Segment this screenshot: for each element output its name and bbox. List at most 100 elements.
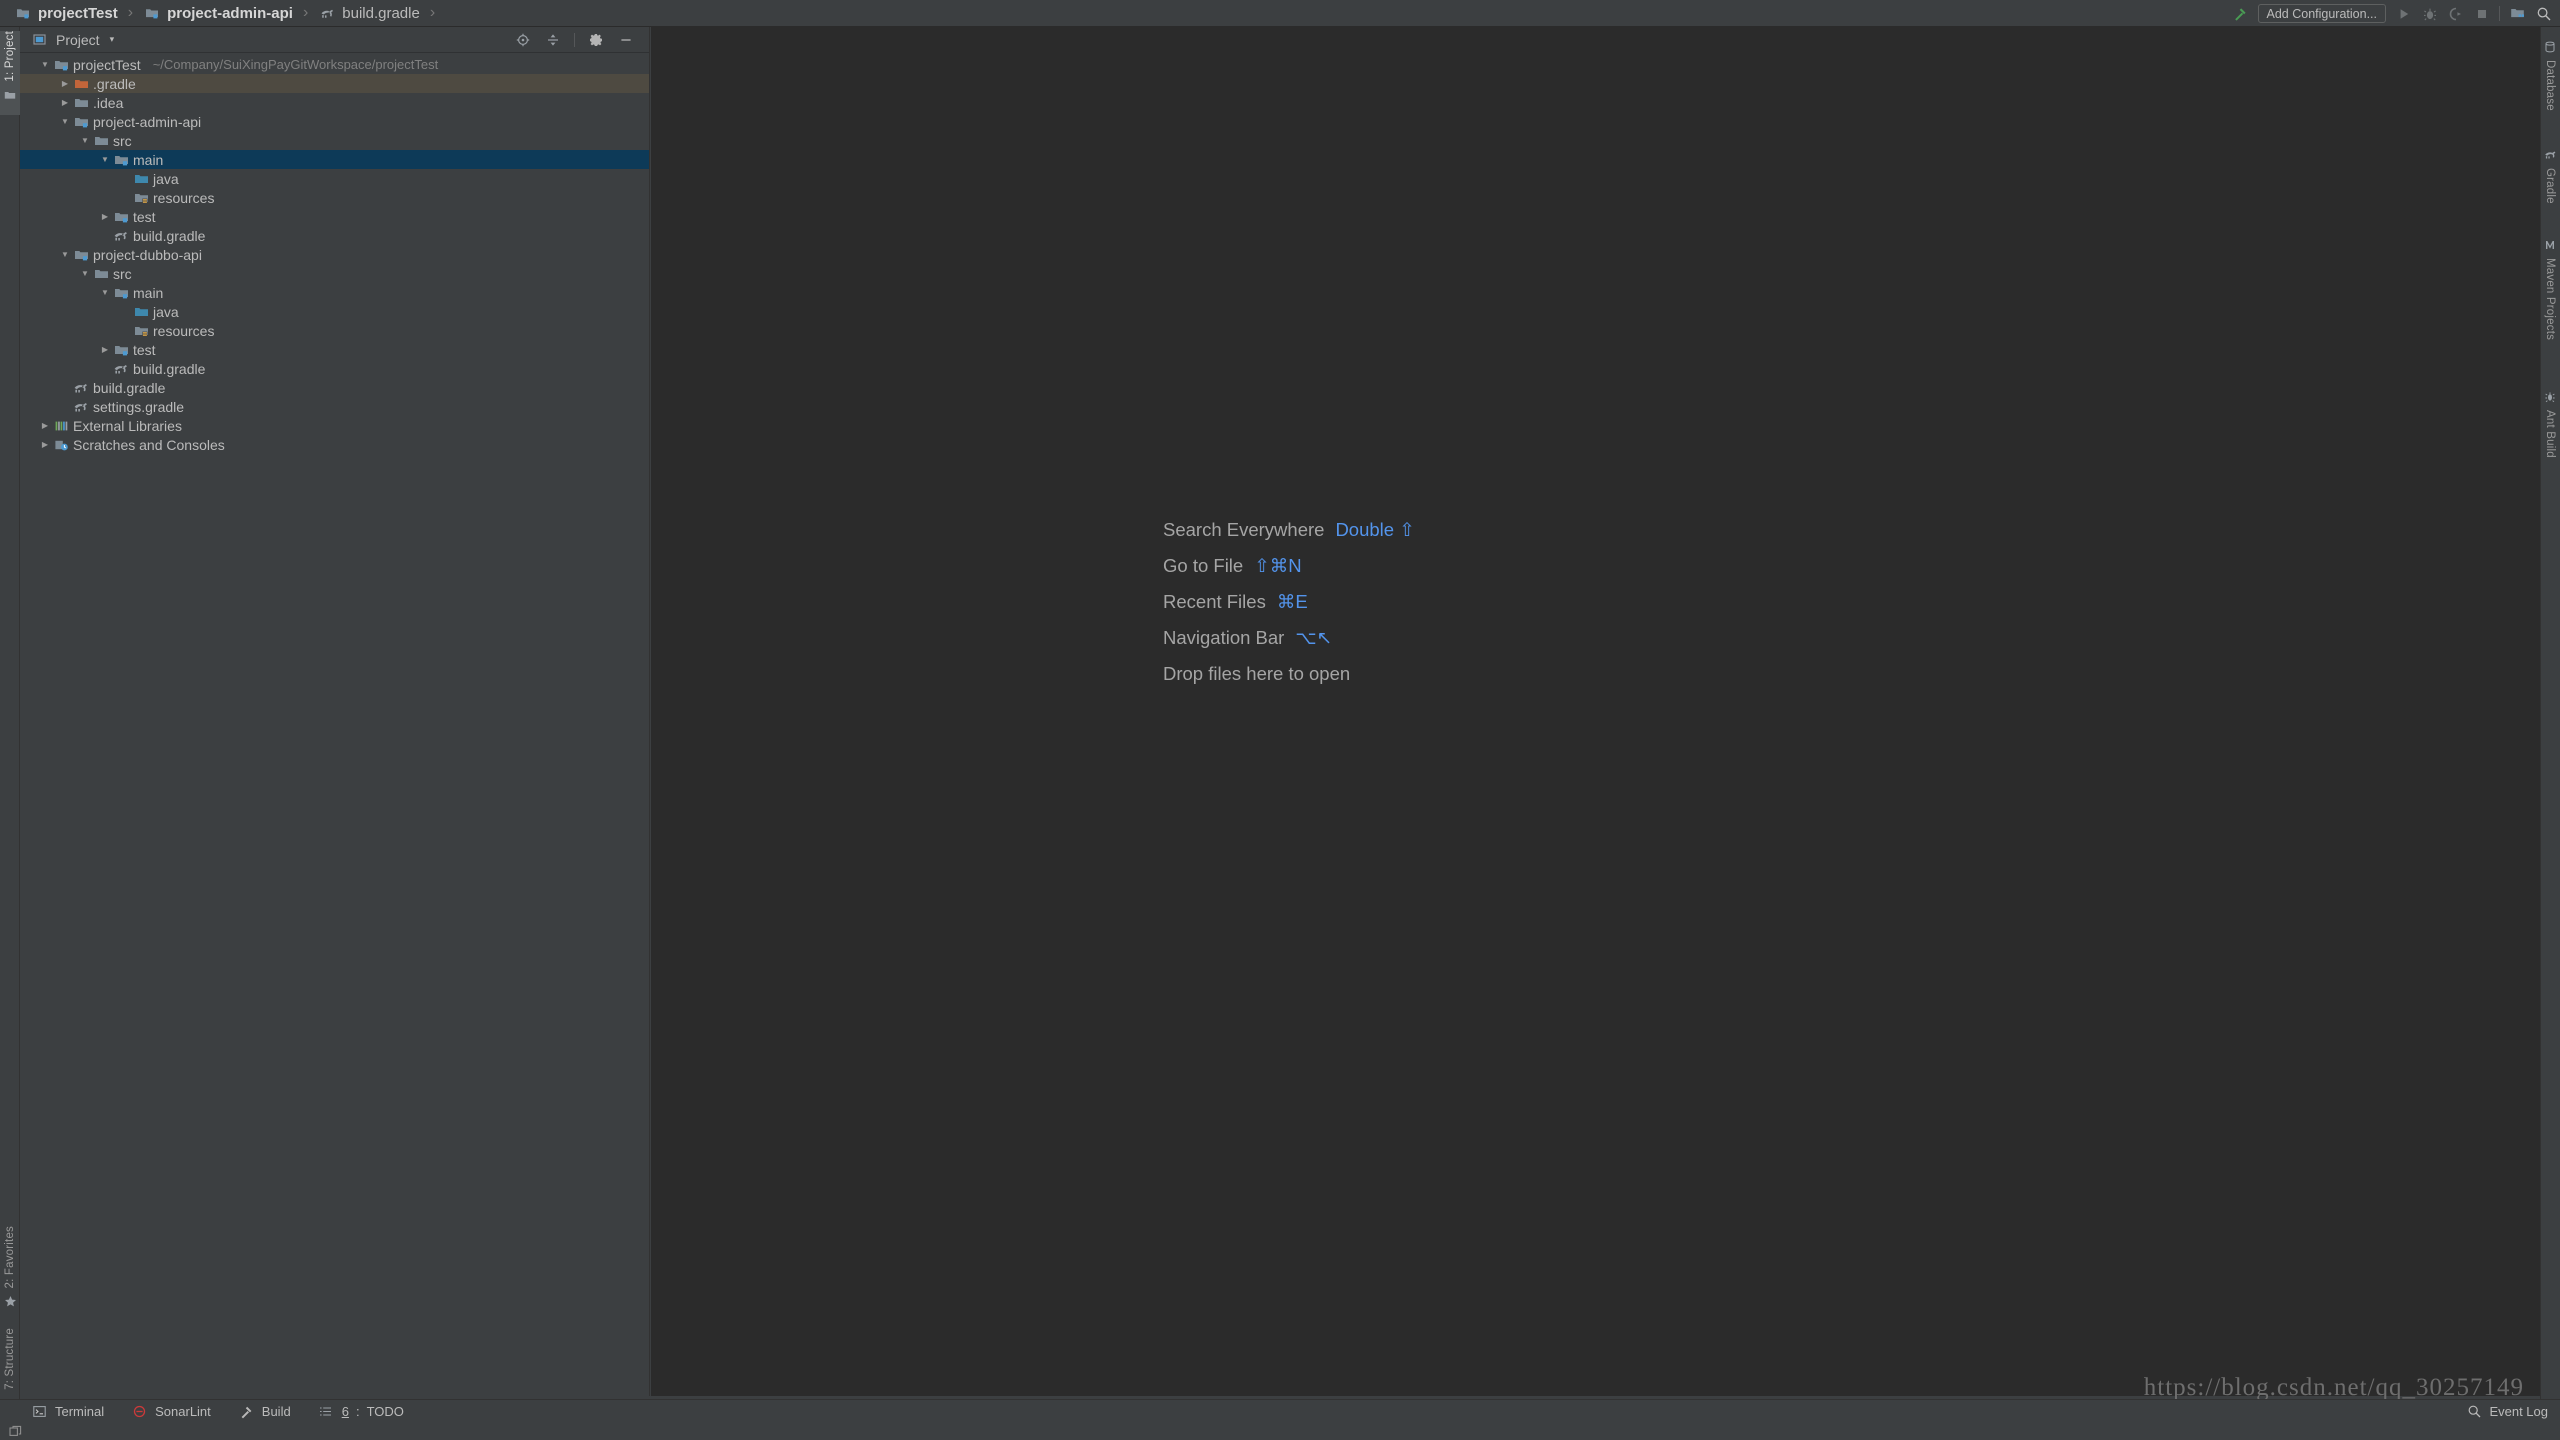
sidebar-item-maven-projects[interactable]: Maven Projects — [2540, 235, 2560, 373]
chevron-right-icon[interactable]: ▶ — [98, 207, 112, 226]
editor-hint-label: Go to File — [1163, 555, 1244, 576]
add-configuration-button[interactable]: Add Configuration... — [2257, 4, 2386, 23]
editor-hint-row: Go to File ⇧⌘N — [1163, 548, 1415, 584]
chevron-down-icon[interactable]: ▼ — [78, 264, 92, 283]
project-panel-actions — [514, 30, 649, 49]
bottom-item-build[interactable]: Build — [237, 1402, 291, 1421]
sidebar-item-ant-build[interactable]: Ant Build — [2540, 387, 2560, 479]
bottom-item-terminal[interactable]: Terminal — [30, 1402, 104, 1421]
tree-row[interactable]: build.gradle — [20, 378, 649, 397]
breadcrumb-module[interactable]: project-admin-api › — [143, 0, 318, 27]
tree-row[interactable]: ▶ test — [20, 207, 649, 226]
chevron-down-icon[interactable]: ▼ — [38, 55, 52, 74]
gradle-elephant-icon — [112, 359, 130, 378]
chevron-right-icon[interactable]: ▶ — [38, 435, 52, 454]
module-folder-icon — [52, 55, 70, 74]
libraries-icon — [52, 416, 70, 435]
plain-folder-icon — [92, 131, 110, 150]
tree-row[interactable]: build.gradle — [20, 359, 649, 378]
tree-row[interactable]: ▼ main — [20, 150, 649, 169]
chevron-right-icon[interactable]: ▶ — [58, 93, 72, 112]
project-structure-icon[interactable] — [2509, 5, 2526, 22]
tree-row[interactable]: ▶ .gradle — [20, 74, 649, 93]
gradle-elephant-icon — [2541, 145, 2559, 164]
editor-hint-label: Drop files here to open — [1163, 663, 1351, 684]
debug-bug-icon[interactable] — [2421, 5, 2438, 22]
tree-row[interactable]: ▼ src — [20, 131, 649, 150]
panel-action-divider — [574, 32, 575, 47]
sidebar-item-database-label: Database — [2544, 60, 2556, 111]
run-with-coverage-icon[interactable] — [2447, 5, 2464, 22]
event-log-icon — [2465, 1402, 2483, 1421]
chevron-down-icon[interactable]: ▼ — [98, 283, 112, 302]
editor-hint-shortcut: ⌘E — [1276, 591, 1308, 612]
tree-row[interactable]: ▼ project-dubbo-api — [20, 245, 649, 264]
event-log-button[interactable]: Event Log — [2465, 1399, 2548, 1423]
tree-row[interactable]: resources — [20, 321, 649, 340]
tree-row[interactable]: ▶ .idea — [20, 93, 649, 112]
tree-row[interactable]: ▼ src — [20, 264, 649, 283]
chevron-right-icon[interactable]: ▶ — [38, 416, 52, 435]
collapse-all-icon[interactable] — [544, 30, 562, 49]
hide-icon[interactable] — [617, 30, 635, 49]
module-folder-icon — [112, 150, 130, 169]
stop-square-icon[interactable] — [2473, 5, 2490, 22]
gradle-elephant-icon — [72, 397, 90, 416]
tree-row-label: resources — [153, 322, 215, 339]
run-play-icon[interactable] — [2395, 5, 2412, 22]
chevron-down-icon[interactable]: ▼ — [58, 112, 72, 131]
tree-row[interactable]: ▶ Scratches and Consoles — [20, 435, 649, 454]
chevron-down-icon[interactable]: ▼ — [78, 131, 92, 150]
status-bar — [0, 1423, 2560, 1440]
chevron-right-icon[interactable]: ▶ — [98, 340, 112, 359]
editor-empty-area[interactable]: Search Everywhere Double ⇧ Go to File ⇧⌘N Re… — [651, 27, 2540, 1401]
window-layout-icon[interactable] — [6, 1422, 24, 1440]
module-folder-icon — [112, 340, 130, 359]
chevron-down-icon[interactable]: ▾ — [110, 34, 115, 45]
select-opened-file-icon[interactable] — [514, 30, 532, 49]
sidebar-item-favorites[interactable]: 2: Favorites — [0, 1215, 20, 1311]
search-icon[interactable] — [2535, 5, 2552, 22]
module-folder-icon — [72, 112, 90, 131]
tree-row-label: project-dubbo-api — [93, 246, 202, 263]
sidebar-item-project[interactable]: 1: Project — [0, 31, 20, 115]
bottom-item-sonarlint[interactable]: SonarLint — [130, 1402, 211, 1421]
tree-row-label: main — [133, 284, 164, 301]
tree-row[interactable]: ▼ projectTest ~/Company/SuiXingPayGitWorks… — [20, 55, 649, 74]
tree-row[interactable]: resources — [20, 188, 649, 207]
sidebar-item-project-label: 1: Project — [4, 31, 16, 82]
plain-folder-icon — [72, 93, 90, 112]
tree-row[interactable]: build.gradle — [20, 226, 649, 245]
tree-row[interactable]: ▶ External Libraries — [20, 416, 649, 435]
module-folder-icon — [112, 207, 130, 226]
bottom-item-todo-prefix: 6 — [341, 1404, 349, 1419]
tree-row[interactable]: ▶ test — [20, 340, 649, 359]
sidebar-item-gradle[interactable]: Gradle — [2540, 145, 2560, 223]
tree-row[interactable]: ▼ main — [20, 283, 649, 302]
breadcrumb-project[interactable]: projectTest › — [14, 0, 143, 27]
breadcrumb-file[interactable]: build.gradle › — [318, 0, 445, 27]
tree-row[interactable]: java — [20, 169, 649, 188]
bottom-item-sonarlint-label: SonarLint — [155, 1404, 211, 1419]
navigation-bar: projectTest › project-admin-api › build.… — [0, 0, 2560, 27]
editor-hint-row: Drop files here to open — [1163, 656, 1415, 692]
chevron-down-icon[interactable]: ▼ — [58, 245, 72, 264]
tree-row[interactable]: settings.gradle — [20, 397, 649, 416]
breadcrumb-file-label: build.gradle — [342, 4, 420, 22]
editor-hint-label: Recent Files — [1163, 591, 1266, 612]
build-hammer-icon[interactable] — [2232, 5, 2249, 22]
chevron-right-icon[interactable]: ▶ — [58, 74, 72, 93]
chevron-down-icon[interactable]: ▼ — [98, 150, 112, 169]
project-tree[interactable]: ▼ projectTest ~/Company/SuiXingPayGitWorks… — [20, 53, 649, 454]
tree-row[interactable]: java — [20, 302, 649, 321]
right-tool-stripe: Database Gradle Maven Projects Ant Build — [2540, 27, 2560, 1413]
event-log-label: Event Log — [2489, 1403, 2548, 1419]
ant-icon — [2541, 387, 2559, 406]
tree-row[interactable]: ▼ project-admin-api — [20, 112, 649, 131]
sidebar-item-database[interactable]: Database — [2540, 37, 2560, 133]
bottom-item-todo[interactable]: 6 : TODO — [317, 1402, 404, 1421]
gear-icon[interactable] — [587, 30, 605, 49]
